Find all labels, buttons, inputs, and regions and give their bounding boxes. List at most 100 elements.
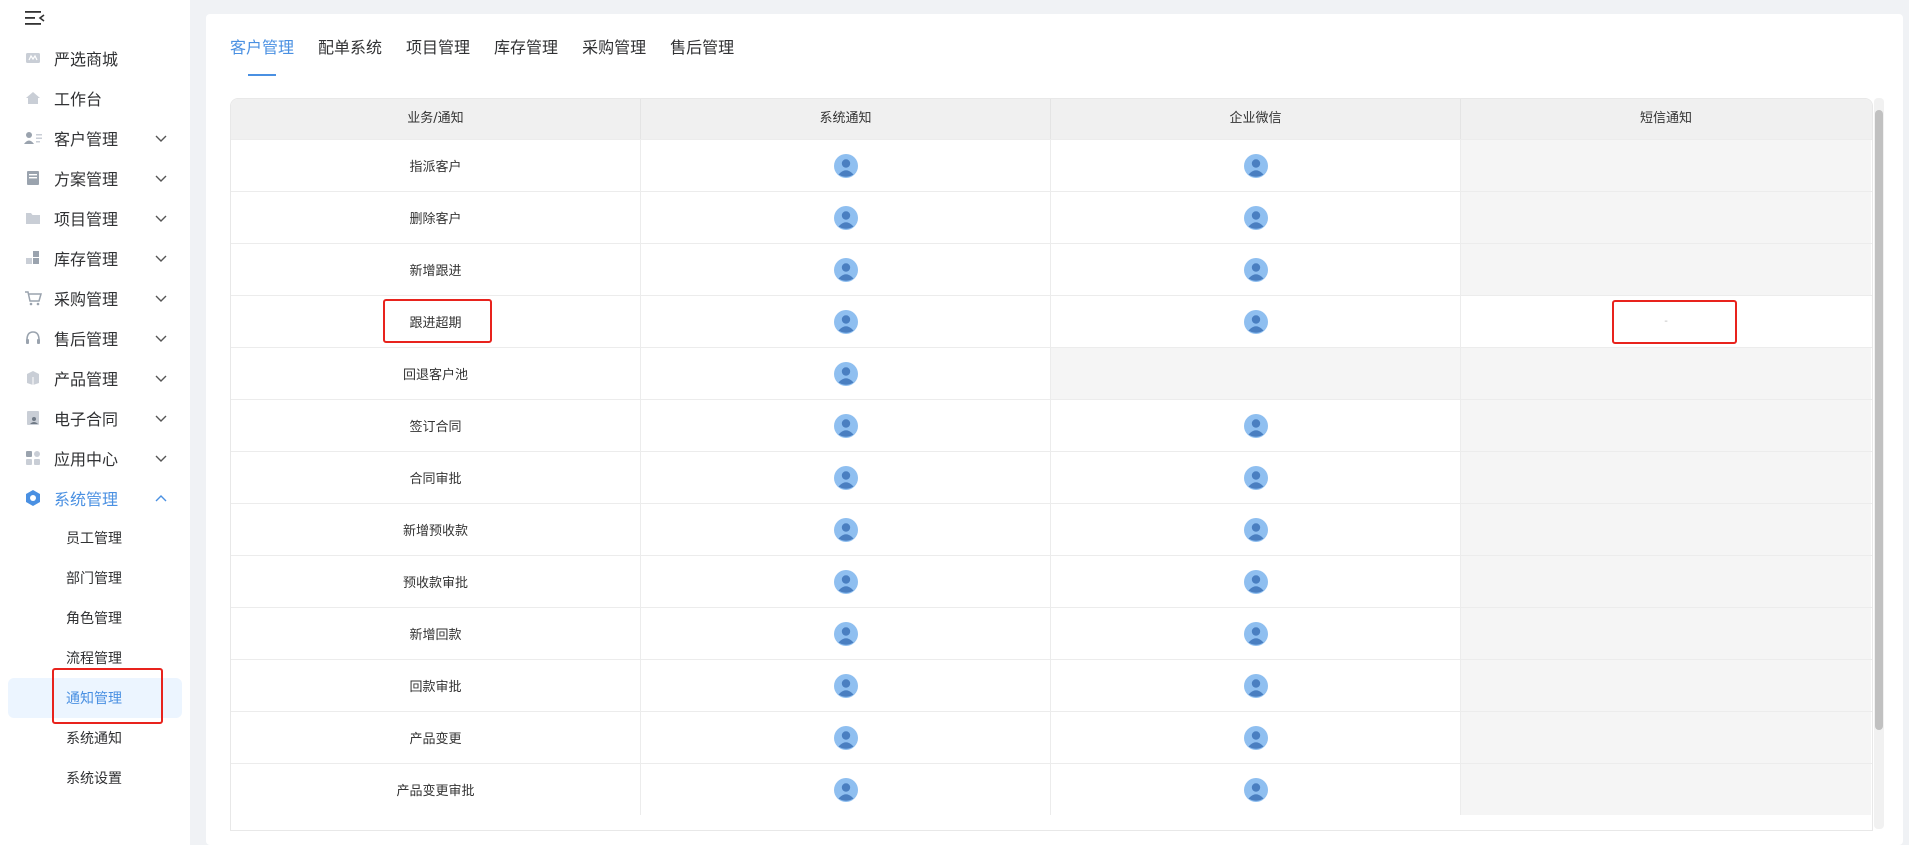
wecom-notify-cell[interactable] xyxy=(1051,400,1461,451)
table-row: 跟进超期 - xyxy=(231,295,1872,347)
sidebar-item-5[interactable]: 库存管理 xyxy=(0,238,190,278)
user-avatar-icon[interactable] xyxy=(833,725,858,750)
system-notify-cell[interactable] xyxy=(641,400,1051,451)
user-avatar-icon[interactable] xyxy=(833,413,858,438)
sms-notify-cell xyxy=(1461,504,1871,555)
menu-collapse-icon[interactable] xyxy=(24,8,46,28)
business-name: 新增跟进 xyxy=(409,264,462,279)
sidebar-subitem-3[interactable]: 流程管理 xyxy=(8,638,182,678)
user-avatar-icon[interactable] xyxy=(1243,205,1268,230)
system-notify-cell[interactable] xyxy=(641,348,1051,399)
user-avatar-icon[interactable] xyxy=(1243,569,1268,594)
sidebar-subitem-0[interactable]: 员工管理 xyxy=(8,518,182,558)
sidebar-item-2[interactable]: 客户管理 xyxy=(0,118,190,158)
wecom-notify-cell[interactable] xyxy=(1051,296,1461,347)
system-notify-cell[interactable] xyxy=(641,660,1051,711)
customer-card-icon xyxy=(24,129,42,147)
wecom-notify-cell[interactable] xyxy=(1051,660,1461,711)
wecom-notify-cell[interactable] xyxy=(1051,504,1461,555)
user-avatar-icon[interactable] xyxy=(1243,413,1268,438)
sidebar-subitem-5[interactable]: 系统通知 xyxy=(8,718,182,758)
notification-table: 业务/通知 系统通知 企业微信 短信通知 指派客户 删除客户 新增跟进 跟进超期 - 回退客户池… xyxy=(230,98,1873,831)
system-notify-cell[interactable] xyxy=(641,712,1051,763)
wecom-notify-cell[interactable] xyxy=(1051,764,1461,815)
sidebar-subitem-2[interactable]: 角色管理 xyxy=(8,598,182,638)
sidebar-item-0[interactable]: 严选商城 xyxy=(0,38,190,78)
sidebar-item-6[interactable]: 采购管理 xyxy=(0,278,190,318)
wecom-notify-cell[interactable] xyxy=(1051,452,1461,503)
user-avatar-icon[interactable] xyxy=(1243,309,1268,334)
user-avatar-icon[interactable] xyxy=(833,673,858,698)
sms-notify-cell xyxy=(1461,400,1871,451)
sidebar-item-3[interactable]: 方案管理 xyxy=(0,158,190,198)
user-avatar-icon[interactable] xyxy=(833,621,858,646)
user-avatar-icon[interactable] xyxy=(1243,517,1268,542)
table-row: 删除客户 xyxy=(231,191,1872,243)
column-header-0: 业务/通知 xyxy=(231,99,641,139)
column-header-3: 短信通知 xyxy=(1639,111,1692,126)
business-name-cell: 回款审批 xyxy=(231,660,641,711)
wecom-notify-cell[interactable] xyxy=(1051,556,1461,607)
sidebar-item-4[interactable]: 项目管理 xyxy=(0,198,190,238)
system-notify-cell[interactable] xyxy=(641,764,1051,815)
system-notify-cell[interactable] xyxy=(641,452,1051,503)
user-avatar-icon[interactable] xyxy=(833,205,858,230)
user-avatar-icon[interactable] xyxy=(833,153,858,178)
wecom-notify-cell[interactable] xyxy=(1051,244,1461,295)
sidebar-item-1[interactable]: 工作台 xyxy=(0,78,190,118)
business-name-cell: 产品变更 xyxy=(231,712,641,763)
user-avatar-icon[interactable] xyxy=(833,361,858,386)
sidebar-subitem-label: 系统设置 xyxy=(66,771,122,787)
sidebar-item-8[interactable]: 产品管理 xyxy=(0,358,190,398)
system-notify-cell[interactable] xyxy=(641,556,1051,607)
wecom-notify-cell[interactable] xyxy=(1051,712,1461,763)
wecom-notify-cell[interactable] xyxy=(1051,192,1461,243)
user-avatar-icon[interactable] xyxy=(1243,777,1268,802)
user-avatar-icon[interactable] xyxy=(1243,673,1268,698)
system-notify-cell[interactable] xyxy=(641,192,1051,243)
tab-2[interactable]: 项目管理 xyxy=(406,36,470,76)
user-avatar-icon[interactable] xyxy=(833,465,858,490)
user-avatar-icon[interactable] xyxy=(1243,725,1268,750)
user-avatar-icon[interactable] xyxy=(833,309,858,334)
user-avatar-icon[interactable] xyxy=(1243,621,1268,646)
user-avatar-icon[interactable] xyxy=(833,257,858,282)
sidebar-item-7[interactable]: 售后管理 xyxy=(0,318,190,358)
system-notify-cell[interactable] xyxy=(641,504,1051,555)
sms-notify-cell[interactable]: - xyxy=(1461,296,1871,347)
sidebar-subitem-label: 通知管理 xyxy=(66,691,122,707)
sidebar-item-label: 客户管理 xyxy=(54,130,119,149)
wecom-notify-cell[interactable] xyxy=(1051,140,1461,191)
sidebar-item-10[interactable]: 应用中心 xyxy=(0,438,190,478)
sidebar-item-11[interactable]: 系统管理 xyxy=(0,478,190,518)
user-avatar-icon[interactable] xyxy=(833,777,858,802)
user-avatar-icon[interactable] xyxy=(833,569,858,594)
sidebar-item-9[interactable]: 电子合同 xyxy=(0,398,190,438)
headset-icon xyxy=(24,329,42,347)
sidebar-subitem-1[interactable]: 部门管理 xyxy=(8,558,182,598)
tab-3[interactable]: 库存管理 xyxy=(494,36,558,76)
system-notify-cell[interactable] xyxy=(641,608,1051,659)
table-body: 指派客户 删除客户 新增跟进 跟进超期 - 回退客户池 签订合同 合同审批 新增预收款 预收款审批… xyxy=(231,139,1872,815)
user-avatar-icon[interactable] xyxy=(1243,465,1268,490)
sms-notify-cell xyxy=(1461,764,1871,815)
user-avatar-icon[interactable] xyxy=(1243,153,1268,178)
tab-1[interactable]: 配单系统 xyxy=(318,36,382,76)
system-notify-cell[interactable] xyxy=(641,244,1051,295)
table-row: 新增预收款 xyxy=(231,503,1872,555)
sidebar-subitem-6[interactable]: 系统设置 xyxy=(8,758,182,798)
system-notify-cell[interactable] xyxy=(641,140,1051,191)
table-row: 指派客户 xyxy=(231,139,1872,191)
user-avatar-icon[interactable] xyxy=(1243,257,1268,282)
scrollbar-thumb[interactable] xyxy=(1875,110,1883,730)
chevron-down-icon xyxy=(155,375,167,382)
system-notify-cell[interactable] xyxy=(641,296,1051,347)
tab-4[interactable]: 采购管理 xyxy=(582,36,646,76)
tab-5[interactable]: 售后管理 xyxy=(670,36,734,76)
tab-0[interactable]: 客户管理 xyxy=(230,36,294,76)
user-avatar-icon[interactable] xyxy=(833,517,858,542)
sidebar-subitem-4[interactable]: 通知管理 xyxy=(8,678,182,718)
hexagon-gear-icon xyxy=(24,489,42,507)
wecom-notify-cell[interactable] xyxy=(1051,608,1461,659)
table-scrollbar[interactable] xyxy=(1874,98,1884,829)
